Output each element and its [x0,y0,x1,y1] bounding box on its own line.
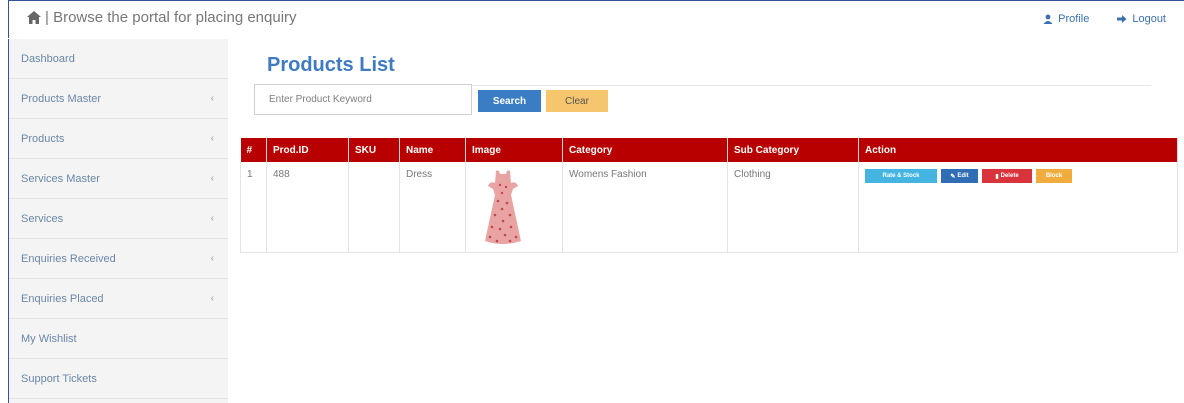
column-header[interactable]: Prod.ID [266,138,349,162]
delete-label: Delete [1000,173,1019,179]
column-header[interactable]: Sub Category [727,138,859,162]
prod-id-cell: 488 [266,162,349,253]
chevron-left-icon: ‹ [210,93,214,104]
top-bar: | Browse the portal for placing enquiry … [8,0,1184,38]
user-icon [1043,14,1053,24]
sidebar-item-label: Products [21,132,65,145]
dress-image[interactable] [480,169,526,247]
rate-stock-label: Rate & Stock [882,173,920,179]
search-button[interactable]: Search [478,90,541,112]
chevron-left-icon: ‹ [210,293,214,304]
block-label: Block [1045,173,1063,179]
edit-button[interactable]: ✎ Edit [941,169,978,183]
profile-link[interactable]: Profile [1043,13,1089,25]
column-header[interactable]: Image [465,138,563,162]
breadcrumb-text: | Browse the portal for placing enquiry [45,9,297,26]
sidebar-item-enquiries-placed[interactable]: Enquiries Placed ‹ [9,279,228,319]
sidebar-item-label: Products Master [21,92,102,105]
main-content: Products List Search Clear # Prod.ID SKU… [228,39,1184,403]
chevron-left-icon: ‹ [210,173,214,184]
chevron-left-icon: ‹ [210,133,214,144]
sidebar-item-my-wishlist[interactable]: My Wishlist [9,319,228,359]
sidebar-item-label: Enquiries Placed [21,292,104,305]
table-header-row: # Prod.ID SKU Name Image Category Sub Ca… [240,138,1178,162]
sidebar-item-label: Support Tickets [21,372,97,385]
clear-button[interactable]: Clear [546,90,608,112]
column-header[interactable]: # [240,138,267,162]
image-cell [465,162,563,253]
sidebar-item-label: Dashboard [21,52,75,65]
sidebar-item-label: Services [21,212,64,225]
column-header[interactable]: Action [858,138,1178,162]
column-header[interactable]: Name [399,138,466,162]
name-cell: Dress [399,162,466,253]
block-button[interactable]: Block [1036,169,1072,183]
chevron-left-icon: ‹ [210,253,214,264]
row-actions: Rate & Stock ✎ Edit ▮ Delete Block [865,169,1171,183]
table-row: 1 488 Dress Womens Fashion Clothing Rate… [240,162,1178,253]
pencil-icon: ✎ [950,173,956,180]
sidebar-item-products-master[interactable]: Products Master ‹ [9,79,228,119]
sidebar-item-support-tickets[interactable]: Support Tickets [9,359,228,399]
sidebar-item-label: My Wishlist [21,332,77,345]
search-input[interactable] [254,84,472,115]
sidebar-item-label: Services Master [21,172,100,185]
user-menu: Profile Logout [1043,13,1166,25]
row-index: 1 [240,162,267,253]
sidebar-item-products[interactable]: Products ‹ [9,119,228,159]
sidebar: Dashboard Products Master ‹ Products ‹ S… [8,39,228,403]
sidebar-item-services[interactable]: Services ‹ [9,199,228,239]
chevron-left-icon: ‹ [210,213,214,224]
delete-button[interactable]: ▮ Delete [982,169,1032,183]
edit-label: Edit [957,173,969,179]
page-title: Products List [267,54,395,76]
column-header[interactable]: SKU [348,138,400,162]
home-icon[interactable] [27,11,41,24]
profile-label: Profile [1058,13,1090,25]
breadcrumb: | Browse the portal for placing enquiry [27,9,297,26]
trash-icon: ▮ [995,173,999,180]
products-table: # Prod.ID SKU Name Image Category Sub Ca… [240,138,1178,253]
sub-category-cell: Clothing [727,162,859,253]
action-cell: Rate & Stock ✎ Edit ▮ Delete Block [858,162,1178,253]
logout-icon [1117,15,1127,23]
column-header[interactable]: Category [562,138,728,162]
logout-link[interactable]: Logout [1117,13,1166,25]
logout-label: Logout [1132,13,1166,25]
sidebar-item-dashboard[interactable]: Dashboard [9,39,228,79]
category-cell: Womens Fashion [562,162,728,253]
sku-cell [348,162,400,253]
rate-stock-button[interactable]: Rate & Stock [865,169,937,183]
sidebar-item-enquiries-received[interactable]: Enquiries Received ‹ [9,239,228,279]
sidebar-item-label: Enquiries Received [21,252,116,265]
sidebar-item-services-master[interactable]: Services Master ‹ [9,159,228,199]
